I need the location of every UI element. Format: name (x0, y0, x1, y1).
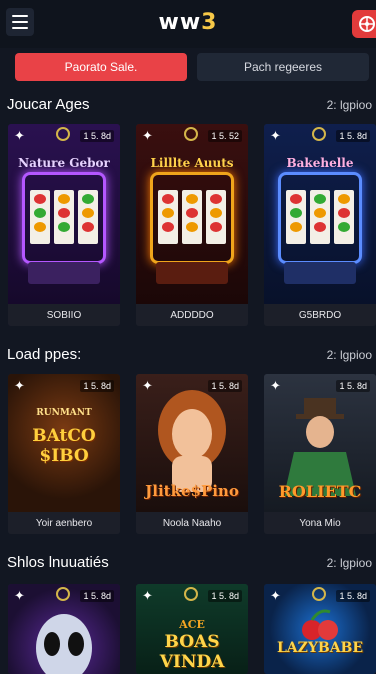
reel (334, 190, 354, 244)
game-footer-label: SOBIIO (8, 304, 120, 326)
game-card[interactable]: Lilllte Auuts ✦ 1 5. 52 ADDDDO (136, 124, 248, 326)
game-card[interactable]: ROLIETC ✦ 1 5. 8d Yona Mio (264, 374, 376, 534)
game-art: Lilllte Auuts (136, 124, 248, 304)
game-card[interactable]: ✦ 1 5. 8d (8, 584, 120, 674)
section-more-link[interactable]: 2: lgpioo (327, 98, 372, 112)
game-title: Jlitke$Pino (145, 482, 239, 500)
slot-base (28, 262, 100, 284)
game-badge: 1 5. 8d (208, 380, 242, 392)
target-icon (184, 127, 198, 141)
game-title: BAtCO $IBO (32, 426, 96, 466)
pin-icon[interactable]: ✦ (14, 128, 25, 144)
reel (286, 190, 306, 244)
game-title: Nature Gebor (18, 156, 110, 170)
wheel-icon[interactable] (352, 10, 376, 38)
game-title: Bakehelle (286, 156, 354, 170)
reel (78, 190, 98, 244)
section-title: Load ppes: (7, 346, 82, 363)
section-shlos: Shlos lnuuatiés 2: lgpioo ✦ 1 5. 8d ACE … (0, 554, 376, 674)
app-logo[interactable]: ww3 (0, 10, 376, 35)
game-card[interactable]: Nature Gebor ✦ 1 5. 8d SOBIIO (8, 124, 120, 326)
game-title: ROLIETC (278, 482, 362, 501)
game-subtitle: RUNMANT (36, 408, 92, 418)
game-card[interactable]: LAZYBABE ✦ 1 5. 8d (264, 584, 376, 674)
game-card[interactable]: Jlitke$Pino ✦ 1 5. 8d Noola Naaho (136, 374, 248, 534)
game-footer-label: Yoir aenbero (8, 512, 120, 534)
character-image (158, 390, 226, 492)
pin-icon[interactable]: ✦ (142, 378, 153, 394)
tab-sale[interactable]: Paorato Sale. (15, 53, 187, 81)
game-title: BOAS VINDA (159, 632, 225, 672)
pin-icon[interactable]: ✦ (142, 588, 153, 604)
pin-icon[interactable]: ✦ (270, 378, 281, 394)
game-art: ROLIETC (264, 374, 376, 512)
tab-bar: Paorato Sale. Pach regeeres (15, 53, 369, 81)
game-art: Nature Gebor (8, 124, 120, 304)
game-art: Jlitke$Pino (136, 374, 248, 512)
section-load-ppes: Load ppes: 2: lgpioo RUNMANT BAtCO $IBO … (0, 344, 376, 544)
game-badge: 1 5. 8d (80, 130, 114, 142)
game-title: LAZYBABE (276, 640, 364, 656)
game-footer-label: ADDDDO (136, 304, 248, 326)
game-badge: 1 5. 8d (80, 590, 114, 602)
top-bar: ww3 (0, 0, 376, 48)
game-badge: 1 5. 8d (336, 130, 370, 142)
game-footer-label: Noola Naaho (136, 512, 248, 534)
reel (182, 190, 202, 244)
game-card[interactable]: RUNMANT BAtCO $IBO ✦ 1 5. 8d Yoir aenber… (8, 374, 120, 534)
section-more-link[interactable]: 2: lgpioo (327, 556, 372, 570)
reel (206, 190, 226, 244)
section-title: Joucar Ages (7, 96, 90, 113)
game-badge: 1 5. 52 (208, 130, 242, 142)
slot-base (156, 262, 228, 284)
target-icon (312, 127, 326, 141)
target-icon (312, 587, 326, 601)
target-icon (56, 127, 70, 141)
reel (30, 190, 50, 244)
game-badge: 1 5. 8d (336, 380, 370, 392)
target-icon (56, 587, 70, 601)
slot-base (284, 262, 356, 284)
section-joucar-ages: Joucar Ages 2: lgpioo Nature Gebor ✦ 1 5… (0, 94, 376, 326)
reel (54, 190, 74, 244)
game-badge: 1 5. 8d (80, 380, 114, 392)
game-footer-label: Yona Mio (264, 512, 376, 534)
game-card[interactable]: Bakehelle ✦ 1 5. 8d G5BRDO (264, 124, 376, 326)
game-art: Bakehelle (264, 124, 376, 304)
target-icon (184, 587, 198, 601)
game-subtitle: ACE (179, 618, 205, 631)
game-art: RUNMANT BAtCO $IBO (8, 374, 120, 512)
pin-icon[interactable]: ✦ (14, 378, 25, 394)
game-badge: 1 5. 8d (336, 590, 370, 602)
pin-icon[interactable]: ✦ (142, 128, 153, 144)
game-footer-label: G5BRDO (264, 304, 376, 326)
pin-icon[interactable]: ✦ (14, 588, 25, 604)
reel (310, 190, 330, 244)
reel (158, 190, 178, 244)
pin-icon[interactable]: ✦ (270, 588, 281, 604)
game-card[interactable]: ACE BOAS VINDA ✦ 1 5. 8d (136, 584, 248, 674)
game-title: Lilllte Auuts (150, 156, 234, 170)
section-more-link[interactable]: 2: lgpioo (327, 348, 372, 362)
pin-icon[interactable]: ✦ (270, 128, 281, 144)
section-title: Shlos lnuuatiés (7, 554, 109, 571)
tab-regeeres[interactable]: Pach regeeres (197, 53, 369, 81)
game-badge: 1 5. 8d (208, 590, 242, 602)
